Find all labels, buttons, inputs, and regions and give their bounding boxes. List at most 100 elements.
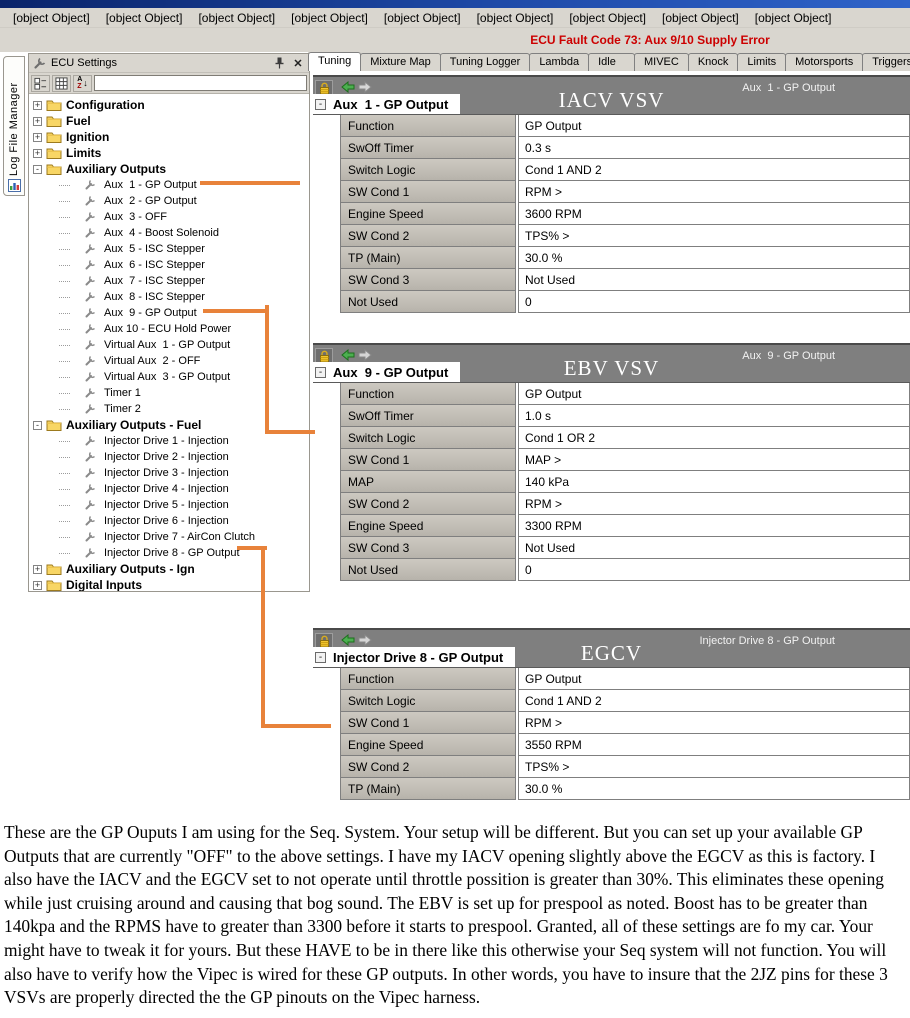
param-value[interactable]: Cond 1 AND 2 (518, 689, 910, 712)
menu-item[interactable]: [object Object] (470, 9, 561, 27)
wrench-icon (84, 243, 96, 255)
tree-item[interactable]: Aux 7 - ISC Stepper (33, 273, 309, 289)
param-value[interactable]: Cond 1 AND 2 (518, 158, 910, 181)
tab[interactable]: MIVEC (634, 53, 689, 71)
param-value[interactable]: RPM > (518, 711, 910, 734)
close-icon[interactable]: ✕ (291, 56, 305, 70)
tree-item[interactable]: - Auxiliary Outputs (33, 161, 309, 177)
param-value[interactable]: 140 kPa (518, 470, 910, 493)
param-value[interactable]: 3600 RPM (518, 202, 910, 225)
expand-toggle[interactable]: + (33, 149, 42, 158)
param-value[interactable]: GP Output (518, 667, 910, 690)
param-value[interactable]: MAP > (518, 448, 910, 471)
tree-item-label: Configuration (66, 98, 145, 112)
tree-item[interactable]: Injector Drive 8 - GP Output (33, 545, 309, 561)
param-value[interactable]: 3300 RPM (518, 514, 910, 537)
tab[interactable]: Lambda (529, 53, 589, 71)
param-value[interactable]: TPS% > (518, 755, 910, 778)
menu-item[interactable]: [object Object] (284, 9, 375, 27)
tree-item[interactable]: Injector Drive 5 - Injection (33, 497, 309, 513)
param-value[interactable]: Not Used (518, 268, 910, 291)
tree-item[interactable]: Aux 1 - GP Output (33, 177, 309, 193)
tab[interactable]: Tuning Logger (440, 53, 531, 71)
param-value[interactable]: 0 (518, 558, 910, 581)
log-file-manager-tab[interactable]: Log File Manager (3, 56, 25, 196)
param-value[interactable]: RPM > (518, 180, 910, 203)
tab[interactable]: Knock (688, 53, 739, 71)
collapse-icon[interactable]: - (315, 652, 326, 663)
tree-item-label: Aux 2 - GP Output (104, 195, 197, 207)
tab[interactable]: Mixture Map (360, 53, 441, 71)
param-value[interactable]: TPS% > (518, 224, 910, 247)
tree-item-label: Aux 4 - Boost Solenoid (104, 227, 219, 239)
param-row: Switch Logic Cond 1 AND 2 (313, 689, 910, 712)
tab[interactable]: Motorsports (785, 53, 863, 71)
param-row: Engine Speed 3300 RPM (313, 514, 910, 537)
tree-item[interactable]: + Configuration (33, 97, 309, 113)
tree-item-label: Virtual Aux 2 - OFF (104, 355, 200, 367)
collapse-icon[interactable]: - (315, 367, 326, 378)
expand-toggle[interactable]: + (33, 133, 42, 142)
param-row: SW Cond 2 TPS% > (313, 755, 910, 778)
grid-view-button[interactable] (52, 75, 71, 92)
menu-item[interactable]: [object Object] (655, 9, 746, 27)
outline-view-button[interactable] (31, 75, 50, 92)
wrench-icon (84, 387, 96, 399)
param-value[interactable]: 0 (518, 290, 910, 313)
expand-toggle[interactable]: + (33, 581, 42, 590)
menu-item[interactable]: [object Object] (99, 9, 190, 27)
expand-toggle[interactable]: - (33, 165, 42, 174)
tree-item[interactable]: Aux 4 - Boost Solenoid (33, 225, 309, 241)
aux9-panel-header: Aux 9 - GP Output EBV VSV - Aux 9 - GP O… (313, 343, 910, 383)
tree-item[interactable]: Injector Drive 2 - Injection (33, 449, 309, 465)
param-label: Switch Logic (340, 158, 516, 181)
menu-item[interactable]: [object Object] (6, 9, 97, 27)
param-value[interactable]: 1.0 s (518, 404, 910, 427)
tree-item[interactable]: + Digital Inputs (33, 577, 309, 591)
expand-toggle[interactable]: + (33, 101, 42, 110)
sort-az-button[interactable]: AZ ↓ (73, 75, 92, 92)
expand-toggle[interactable]: + (33, 117, 42, 126)
tree-item[interactable]: + Limits (33, 145, 309, 161)
tab[interactable]: Limits (737, 53, 786, 71)
param-value[interactable]: GP Output (518, 382, 910, 405)
tree-item[interactable]: Aux 8 - ISC Stepper (33, 289, 309, 305)
param-value[interactable]: 3550 RPM (518, 733, 910, 756)
param-value[interactable]: Cond 1 OR 2 (518, 426, 910, 449)
filter-input[interactable] (94, 75, 307, 91)
tree-item[interactable]: Aux 5 - ISC Stepper (33, 241, 309, 257)
aux1-panel-header: Aux 1 - GP Output IACV VSV - Aux 1 - GP … (313, 75, 910, 115)
tree-item[interactable]: Aux 6 - ISC Stepper (33, 257, 309, 273)
param-value[interactable]: 0.3 s (518, 136, 910, 159)
tab[interactable]: Tuning (308, 52, 361, 71)
tree-item[interactable]: Injector Drive 6 - Injection (33, 513, 309, 529)
menu-item[interactable]: [object Object] (562, 9, 653, 27)
param-value[interactable]: RPM > (518, 492, 910, 515)
menu-item[interactable]: [object Object] (748, 9, 839, 27)
collapse-icon[interactable]: - (315, 99, 326, 110)
tree-item[interactable]: Injector Drive 1 - Injection (33, 433, 309, 449)
tree-item[interactable]: Injector Drive 7 - AirCon Clutch (33, 529, 309, 545)
expand-toggle[interactable]: - (33, 421, 42, 430)
menu-item[interactable]: [object Object] (377, 9, 468, 27)
param-value[interactable]: 30.0 % (518, 777, 910, 800)
tree-item[interactable]: + Auxiliary Outputs - Ign (33, 561, 309, 577)
param-row: Function GP Output (313, 667, 910, 690)
tree-item[interactable]: Aux 3 - OFF (33, 209, 309, 225)
param-value[interactable]: Not Used (518, 536, 910, 559)
tab[interactable]: Triggers (862, 53, 910, 71)
tree-item[interactable]: Aux 2 - GP Output (33, 193, 309, 209)
tree-item[interactable]: Injector Drive 4 - Injection (33, 481, 309, 497)
inj8-panel: Injector Drive 8 - GP Output EGCV - Inje… (313, 628, 910, 800)
tree-item-label: Digital Inputs (66, 578, 142, 591)
tree-item[interactable]: + Fuel (33, 113, 309, 129)
expand-toggle[interactable]: + (33, 565, 42, 574)
menu-item[interactable]: [object Object] (191, 9, 282, 27)
tree-item-label: Timer 1 (104, 387, 141, 399)
pin-icon[interactable] (272, 56, 286, 70)
param-value[interactable]: GP Output (518, 114, 910, 137)
param-value[interactable]: 30.0 % (518, 246, 910, 269)
tree-item[interactable]: + Ignition (33, 129, 309, 145)
tab[interactable]: Idle (588, 53, 635, 71)
tree-item[interactable]: Injector Drive 3 - Injection (33, 465, 309, 481)
